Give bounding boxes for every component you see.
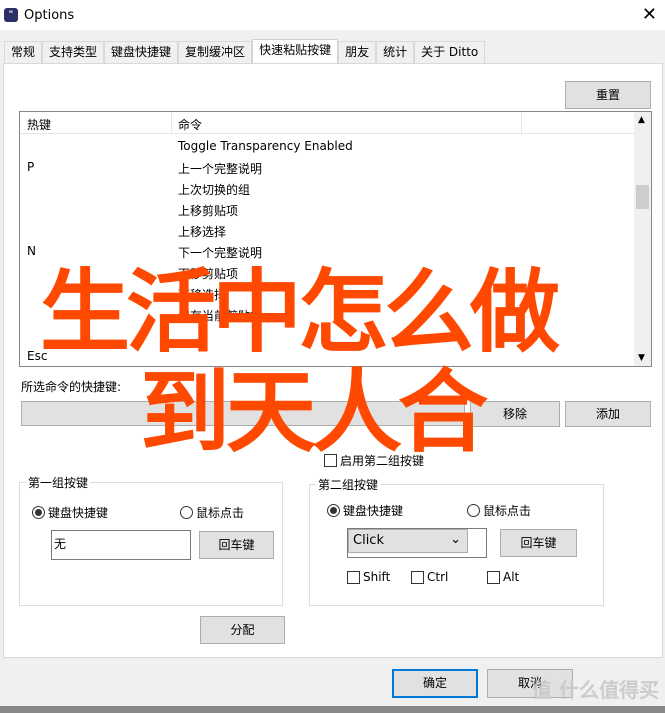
chevron-down-icon: ⌄	[447, 406, 458, 420]
tab-general[interactable]: 常规	[4, 41, 43, 63]
scroll-thumb[interactable]	[636, 185, 649, 209]
group2-select-value: Click	[353, 533, 384, 548]
group2-enter-button[interactable]: 回车键	[500, 529, 577, 557]
group1-radio-keyboard-label: 键盘快捷键	[48, 506, 109, 520]
list-row[interactable]: 上移剪贴项	[20, 199, 630, 220]
alt-checkbox[interactable]: Alt	[487, 570, 519, 584]
remove-button[interactable]: 移除	[470, 401, 560, 427]
window-title: Options	[24, 7, 75, 23]
row-command: 下移剪贴项	[178, 267, 239, 281]
shift-label: Shift	[363, 570, 391, 584]
alt-label: Alt	[503, 570, 520, 584]
row-command: 保存当前剪贴板	[178, 309, 263, 323]
row-command: 上移剪贴项	[178, 204, 239, 218]
tab-friends[interactable]: 朋友	[338, 41, 377, 63]
background-strip	[0, 706, 665, 713]
tab-stats[interactable]: 统计	[376, 41, 415, 63]
header-hotkey[interactable]: 热键	[27, 116, 51, 133]
list-row[interactable]	[20, 325, 630, 346]
list-row[interactable]: P 上一个完整说明	[20, 157, 630, 178]
enable-second-label: 启用第二组按键	[340, 454, 425, 468]
group2-radio-mouse-label: 鼠标点击	[483, 504, 532, 518]
group1-radio-keyboard[interactable]: 键盘快捷键	[32, 504, 108, 521]
group2-radio-mouse[interactable]: 鼠标点击	[467, 502, 531, 519]
list-row[interactable]: 上次切换的组	[20, 178, 630, 199]
row-command: 下移选择	[178, 288, 227, 302]
hotkey-list[interactable]: 热键 命令 Toggle Transparency Enabled P 上一个完整说…	[19, 111, 652, 367]
row-command: 上次切换的组	[178, 183, 251, 197]
scroll-up-icon[interactable]: ▲	[638, 115, 645, 125]
tab-keyboard-shortcuts[interactable]: 键盘快捷键	[104, 41, 179, 63]
ditto-app-icon: "	[4, 8, 18, 22]
tab-about[interactable]: 关于 Ditto	[414, 41, 486, 63]
group1-title: 第一组按键	[26, 474, 91, 491]
row-hotkey: Esc	[27, 349, 48, 363]
group2-combo-frame: Click ⌄	[347, 528, 487, 558]
scroll-down-icon[interactable]: ▼	[638, 353, 645, 363]
header-command[interactable]: 命令	[178, 116, 202, 133]
ctrl-label: Ctrl	[427, 570, 449, 584]
chevron-down-icon: ⌄	[450, 532, 461, 547]
row-command: 上移选择	[178, 225, 227, 239]
list-row[interactable]: Toggle Transparency Enabled	[20, 136, 630, 157]
list-row[interactable]: Esc	[20, 346, 630, 366]
group2-title: 第二组按键	[316, 476, 381, 493]
title-bar: " Options ✕	[0, 0, 665, 30]
add-button[interactable]: 添加	[565, 401, 651, 427]
ok-button[interactable]: 确定	[392, 669, 478, 698]
ctrl-checkbox[interactable]: Ctrl	[411, 570, 448, 584]
row-hotkey: N	[27, 244, 36, 258]
enable-second-checkbox[interactable]: 启用第二组按键	[324, 452, 424, 469]
row-command: Toggle Transparency Enabled	[178, 139, 353, 153]
list-header: 热键 命令	[20, 112, 634, 134]
list-scrollbar[interactable]: ▲ ▼	[634, 112, 651, 366]
group2-click-select[interactable]: Click ⌄	[348, 529, 468, 553]
list-row[interactable]: 上移选择	[20, 220, 630, 241]
selected-hotkey-label: 所选命令的快捷键:	[21, 380, 122, 394]
row-hotkey: P	[27, 160, 35, 174]
row-command: 上一个完整说明	[178, 162, 263, 176]
assign-button[interactable]: 分配	[200, 616, 285, 644]
group1-hotkey-input[interactable]: 无	[51, 530, 191, 560]
group2-radio-keyboard[interactable]: 键盘快捷键	[327, 502, 403, 519]
list-row[interactable]: 下移选择	[20, 283, 630, 304]
watermark: 值 什么值得买	[532, 678, 659, 702]
close-icon[interactable]: ✕	[642, 4, 657, 25]
group1-radio-mouse[interactable]: 鼠标点击	[180, 504, 244, 521]
group1-enter-button[interactable]: 回车键	[199, 531, 274, 559]
tab-copy-buffers[interactable]: 复制缓冲区	[178, 41, 253, 63]
shift-checkbox[interactable]: Shift	[347, 570, 390, 584]
tab-supported-types[interactable]: 支持类型	[42, 41, 105, 63]
reset-button[interactable]: 重置	[565, 81, 651, 109]
list-row[interactable]: N 下一个完整说明	[20, 241, 630, 262]
group1-radio-mouse-label: 鼠标点击	[196, 506, 245, 520]
tab-bar: 常规 支持类型 键盘快捷键 复制缓冲区 快速粘贴按键 朋友 统计 关于 Ditt…	[4, 39, 486, 63]
tab-quick-paste-keys[interactable]: 快速粘贴按键	[252, 39, 339, 63]
list-row[interactable]: 保存当前剪贴板	[20, 304, 630, 325]
hotkey-combo[interactable]: ⌄	[21, 401, 465, 426]
row-command: 下一个完整说明	[178, 246, 263, 260]
list-row[interactable]: 下移剪贴项	[20, 262, 630, 283]
group2-radio-keyboard-label: 键盘快捷键	[343, 504, 404, 518]
